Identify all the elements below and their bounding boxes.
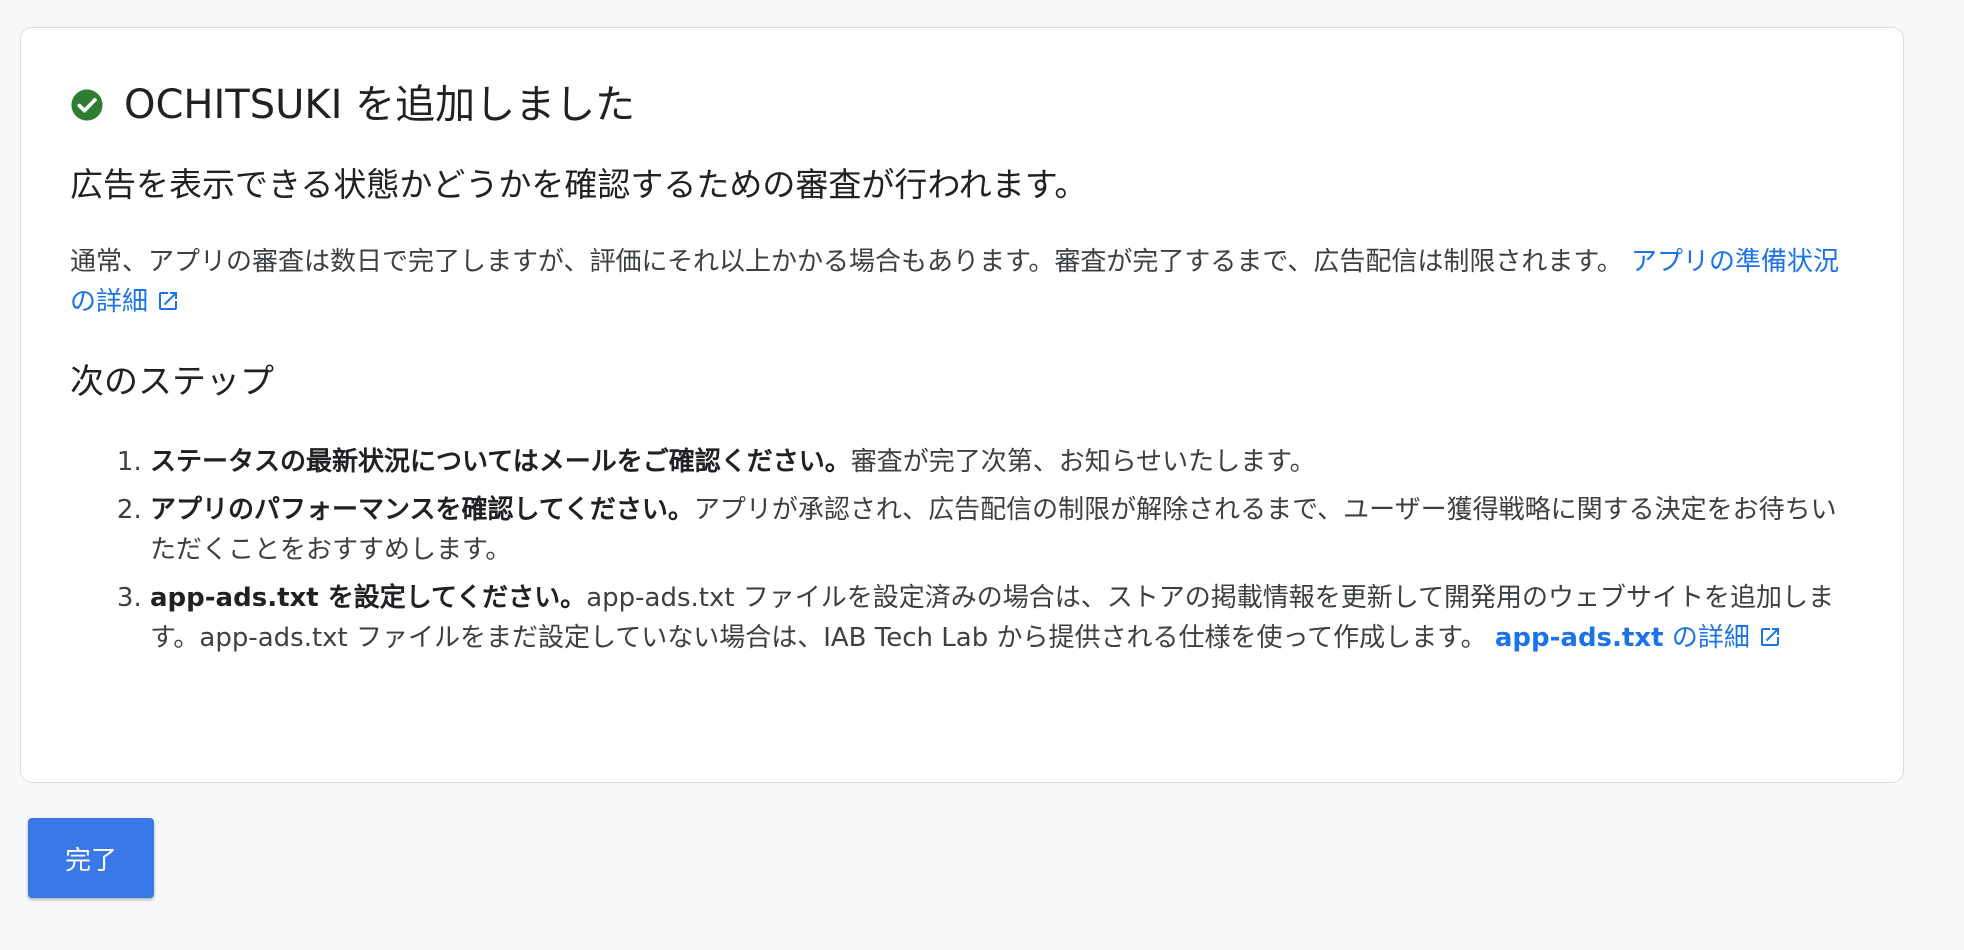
external-link-icon — [1760, 628, 1779, 646]
review-description: 通常、アプリの審査は数日で完了しますが、評価にそれ以上かかる場合もあります。審査… — [70, 242, 1853, 322]
review-subtitle: 広告を表示できる状態かどうかを確認するための審査が行われます。 — [70, 165, 1088, 204]
step-bold-text: アプリのパフォーマンスを確認してください。 — [150, 495, 694, 525]
review-description-text: 通常、アプリの審査は数日で完了しますが、評価にそれ以上かかる場合もあります。審査… — [70, 247, 1623, 277]
step-item-email: ステータスの最新状況についてはメールをご確認ください。審査が完了次第、お知らせい… — [150, 442, 1853, 482]
step-bold-text: ステータスの最新状況についてはメールをご確認ください。 — [150, 447, 851, 477]
app-ads-txt-details-link[interactable]: app-ads.txt の詳細 — [1495, 623, 1782, 653]
check-circle-icon — [71, 89, 103, 121]
external-link-icon — [159, 292, 178, 310]
step-bold-text: app-ads.txt を設定してください。 — [150, 583, 587, 613]
step-item-app-ads-txt: app-ads.txt を設定してください。app-ads.txt ファイルを設… — [150, 578, 1853, 658]
page-title: OCHITSUKI を追加しました — [124, 82, 636, 128]
app-ads-txt-link-rest: の詳細 — [1671, 623, 1750, 653]
header: OCHITSUKI を追加しました — [70, 80, 1853, 130]
done-button[interactable]: 完了 — [28, 818, 154, 898]
confirmation-card: OCHITSUKI を追加しました 広告を表示できる状態かどうかを確認するための… — [20, 27, 1904, 783]
app-ads-txt-link-bold: app-ads.txt — [1494, 623, 1664, 653]
step-text: 審査が完了次第、お知らせいたします。 — [850, 447, 1316, 477]
next-steps-list: ステータスの最新状況についてはメールをご確認ください。審査が完了次第、お知らせい… — [70, 442, 1853, 658]
next-steps-title: 次のステップ — [70, 362, 274, 402]
step-item-performance: アプリのパフォーマンスを確認してください。アプリが承認され、広告配信の制限が解除… — [150, 490, 1853, 570]
